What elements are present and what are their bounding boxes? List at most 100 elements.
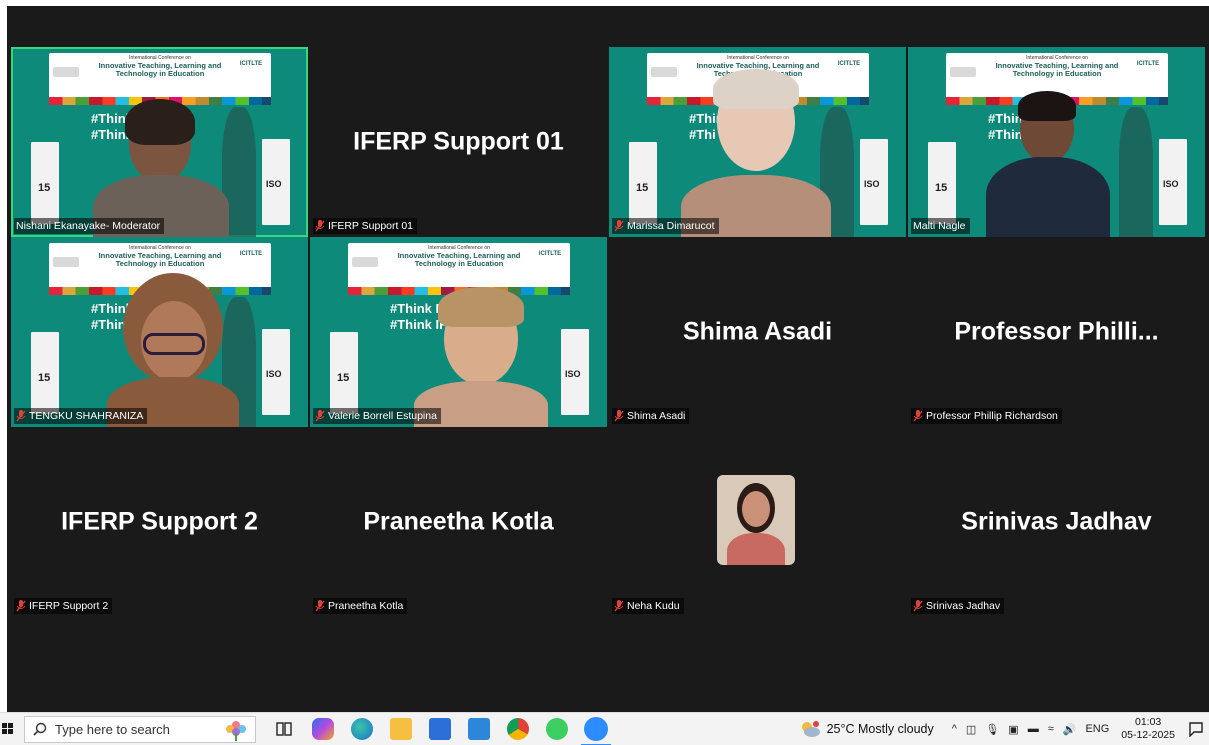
conference-title: Innovative Teaching, Learning and Techno… bbox=[995, 61, 1119, 78]
participant-display-name: Praneetha Kotla bbox=[363, 507, 554, 536]
conference-title: Innovative Teaching, Learning and Techno… bbox=[397, 251, 521, 268]
conference-banner: International Conference on Innovative T… bbox=[348, 243, 570, 293]
rollup-banner-left bbox=[31, 142, 59, 224]
rollup-banner-left bbox=[928, 142, 956, 224]
mic-muted-icon bbox=[16, 410, 26, 422]
microphone-tray-icon[interactable]: 🎙 bbox=[985, 723, 999, 736]
search-placeholder-text: Type here to search bbox=[55, 721, 170, 737]
statue-of-liberty-graphic bbox=[1119, 107, 1153, 237]
input-language-indicator[interactable]: ENG bbox=[1085, 723, 1109, 735]
conference-banner: International Conference on Innovative T… bbox=[49, 53, 271, 103]
system-tray: ^ ◫ 🎙 ▣ ▬ ≈ 🔊 ENG bbox=[952, 723, 1110, 736]
app-tray-icon[interactable]: ◫ bbox=[966, 723, 976, 736]
mic-muted-icon bbox=[315, 410, 325, 422]
weather-widget[interactable]: 25°C Mostly cloudy bbox=[799, 720, 934, 738]
chrome-browser-icon[interactable] bbox=[507, 718, 529, 740]
task-view-icon[interactable] bbox=[273, 718, 295, 740]
mic-muted-icon bbox=[913, 600, 923, 612]
participant-display-name: Professor Philli... bbox=[954, 317, 1159, 346]
rollup-banner-right bbox=[860, 139, 888, 225]
rollup-banner-left bbox=[330, 332, 358, 414]
taskbar-search-box[interactable]: Type here to search bbox=[24, 715, 256, 743]
video-tile-valerie[interactable]: International Conference on Innovative T… bbox=[310, 237, 607, 427]
zoom-app-icon[interactable] bbox=[581, 717, 611, 745]
video-tile-malti[interactable]: International Conference on Innovative T… bbox=[908, 47, 1205, 237]
participant-name-tag: TENGKU SHAHRANIZA bbox=[14, 408, 148, 424]
participant-name-tag: Professor Phillip Richardson bbox=[911, 408, 1062, 424]
participant-name-tag: Marissa Dimarucot bbox=[612, 218, 719, 234]
video-tile-praneetha-kotla[interactable]: Praneetha Kotla Praneetha Kotla bbox=[310, 427, 607, 617]
participant-display-name: IFERP Support 2 bbox=[61, 507, 258, 536]
participant-name-tag: Srinivas Jadhav bbox=[911, 598, 1005, 614]
conference-title: Innovative Teaching, Learning and Techno… bbox=[98, 251, 222, 268]
participant-display-name: IFERP Support 01 bbox=[353, 127, 564, 156]
search-icon bbox=[33, 722, 47, 736]
mic-muted-icon bbox=[614, 220, 624, 232]
conference-title: Innovative Teaching, Learning and Techno… bbox=[98, 61, 222, 78]
meeting-gallery: International Conference on Innovative T… bbox=[7, 6, 1209, 712]
show-hidden-icons-chevron-icon[interactable]: ^ bbox=[952, 723, 957, 735]
participant-name-tag: Malti Nagle bbox=[911, 218, 970, 234]
conference-acronym: ICITLTE bbox=[1136, 61, 1160, 67]
volume-icon[interactable]: 🔊 bbox=[1063, 723, 1077, 736]
video-tile-marissa[interactable]: International Conference on Innovative T… bbox=[609, 47, 906, 237]
video-tile-iferp-support-01[interactable]: IFERP Support 01 IFERP Support 01 bbox=[310, 47, 607, 237]
mic-muted-icon bbox=[614, 600, 624, 612]
participant-name-tag: Shima Asadi bbox=[612, 408, 690, 424]
mail-icon[interactable] bbox=[468, 718, 490, 740]
rollup-banner-left bbox=[31, 332, 59, 414]
conference-acronym: ICITLTE bbox=[239, 251, 263, 257]
mic-muted-icon bbox=[614, 410, 624, 422]
mic-muted-icon bbox=[16, 600, 26, 612]
video-tile-shima-asadi[interactable]: Shima Asadi Shima Asadi bbox=[609, 237, 906, 427]
organizer-logo bbox=[53, 67, 79, 77]
rollup-banner-right bbox=[1159, 139, 1187, 225]
organizer-logo bbox=[352, 257, 378, 267]
participant-name-tag: Neha Kudu bbox=[612, 598, 684, 614]
mic-muted-icon bbox=[315, 600, 325, 612]
organizer-logo bbox=[651, 67, 677, 77]
windows-start-icon[interactable] bbox=[2, 718, 14, 740]
organizer-logo bbox=[950, 67, 976, 77]
rollup-banner-right bbox=[262, 329, 290, 415]
display-tray-icon[interactable]: ▣ bbox=[1008, 723, 1018, 736]
video-tile-neha-kudu[interactable]: Neha Kudu bbox=[609, 427, 906, 617]
video-tile-srinivas-jadhav[interactable]: Srinivas Jadhav Srinivas Jadhav bbox=[908, 427, 1205, 617]
participant-name-tag: Valerie Borrell Estupina bbox=[313, 408, 441, 424]
clock-time: 01:03 bbox=[1135, 716, 1162, 728]
participant-display-name: Srinivas Jadhav bbox=[961, 507, 1152, 536]
participant-name-tag: IFERP Support 01 bbox=[313, 218, 418, 234]
taskbar-clock[interactable]: 01:03 05-12-2025 bbox=[1121, 716, 1175, 742]
video-tile-professor-phillip[interactable]: Professor Philli... Professor Phillip Ri… bbox=[908, 237, 1205, 427]
organizer-logo bbox=[53, 257, 79, 267]
participant-name-tag: Praneetha Kotla bbox=[313, 598, 408, 614]
rollup-banner-left bbox=[629, 142, 657, 224]
cloudy-weather-icon bbox=[801, 721, 820, 737]
clock-date: 05-12-2025 bbox=[1121, 729, 1175, 741]
wifi-icon[interactable]: ≈ bbox=[1048, 723, 1054, 735]
rollup-banner-right bbox=[561, 329, 589, 415]
battery-icon[interactable]: ▬ bbox=[1028, 723, 1039, 735]
video-tile-tengku[interactable]: International Conference on Innovative T… bbox=[11, 237, 308, 427]
participant-name-tag: IFERP Support 2 bbox=[14, 598, 113, 614]
search-highlight-flower-icon bbox=[226, 720, 246, 741]
video-tile-nishani[interactable]: International Conference on Innovative T… bbox=[11, 47, 308, 237]
participant-display-name: Shima Asadi bbox=[682, 317, 833, 346]
weather-text: 25°C Mostly cloudy bbox=[826, 722, 934, 736]
whatsapp-icon[interactable] bbox=[546, 718, 568, 740]
file-explorer-icon[interactable] bbox=[390, 718, 412, 740]
windows-taskbar: Type here to search 25°C Mostly cloudy ^… bbox=[0, 712, 1209, 745]
conference-acronym: ICITLTE bbox=[837, 61, 861, 67]
conference-acronym: ICITLTE bbox=[538, 251, 562, 257]
conference-acronym: ICITLTE bbox=[239, 61, 263, 67]
rollup-banner-right bbox=[262, 139, 290, 225]
notifications-icon[interactable] bbox=[1189, 721, 1203, 737]
microsoft-store-icon[interactable] bbox=[429, 718, 451, 740]
copilot-icon[interactable] bbox=[312, 718, 334, 740]
participant-name-tag: Nishani Ekanayake- Moderator bbox=[14, 218, 165, 234]
edge-browser-icon[interactable] bbox=[351, 718, 373, 740]
profile-picture-avatar bbox=[717, 475, 795, 565]
video-tile-iferp-support-2[interactable]: IFERP Support 2 IFERP Support 2 bbox=[11, 427, 308, 617]
mic-muted-icon bbox=[315, 220, 325, 232]
mic-muted-icon bbox=[913, 410, 923, 422]
